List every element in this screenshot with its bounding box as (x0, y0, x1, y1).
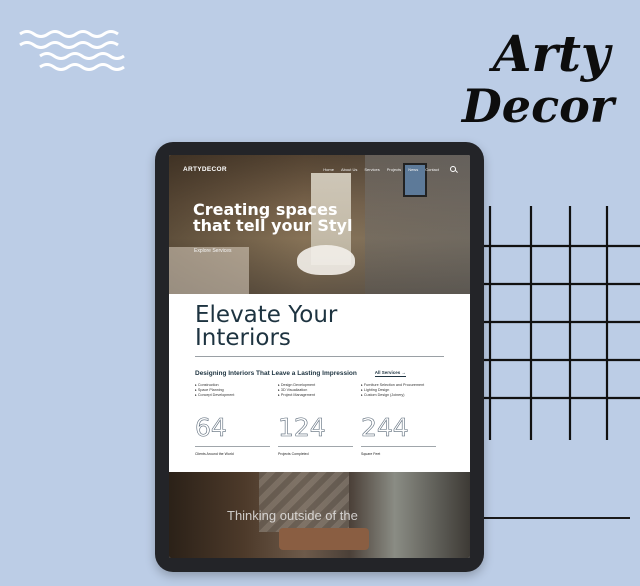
stat-value: 244 (361, 413, 409, 442)
services-columns: Construction Space Planning Concept Deve… (195, 383, 444, 398)
sofa-image (279, 528, 369, 550)
stat-label: Square Feet (361, 452, 381, 456)
bottom-banner: Thinking outside of the (169, 472, 470, 558)
brand-title: Arty Decor (461, 24, 614, 133)
intro-section: Elevate Your Interiors Designing Interio… (169, 294, 470, 456)
nav-home[interactable]: Home (323, 167, 334, 172)
stat-rule (278, 446, 353, 447)
stat-value: 124 (278, 413, 326, 442)
stat-label: Projects Completed (278, 452, 309, 456)
stone-wall-image (259, 472, 349, 532)
services-column: Design Development 3D Visualization Proj… (278, 383, 361, 398)
intro-title-line-1: Elevate Your (195, 302, 338, 328)
hero-title: Creating spaces that tell your Styl (193, 202, 352, 234)
hero-cabinet (169, 247, 249, 294)
nav-contact[interactable]: Contact (425, 167, 439, 172)
hero-banner: ARTYDECOR Home About Us Services Project… (169, 155, 470, 294)
nav-projects[interactable]: Projects (387, 167, 401, 172)
intro-title-line-2: Interiors (195, 325, 291, 351)
list-item: Concept Development (195, 393, 278, 398)
wave-decoration-icon (19, 30, 125, 71)
stat-value: 64 (195, 413, 227, 442)
site-logo[interactable]: ARTYDECOR (183, 166, 227, 173)
stat-block: 64 Clients Around the World (195, 415, 278, 456)
site-nav: ARTYDECOR Home About Us Services Project… (183, 163, 456, 175)
bottom-caption: Thinking outside of the (227, 508, 358, 523)
list-item: Custom Design (Joinery) (361, 393, 444, 398)
stat-rule (361, 446, 436, 447)
services-column: Construction Space Planning Concept Deve… (195, 383, 278, 398)
tablet-device: ARTYDECOR Home About Us Services Project… (155, 142, 484, 572)
nav-services[interactable]: Services (364, 167, 379, 172)
stat-rule (195, 446, 270, 447)
brand-line-1: Arty (492, 24, 610, 83)
stats-row: 64 Clients Around the World 124 Projects… (195, 415, 444, 456)
services-column: Furniture Selection and Procurement Ligh… (361, 383, 444, 398)
list-item: Project Management (278, 393, 361, 398)
all-services-link[interactable]: All Services → (374, 370, 406, 377)
divider-line (484, 517, 630, 519)
nav-links: Home About Us Services Projects News Con… (323, 166, 456, 172)
stat-label: Clients Around the World (195, 452, 234, 456)
stat-block: 244 Square Feet (361, 415, 444, 456)
explore-services-link[interactable]: Explore Services (194, 248, 232, 254)
brand-line-2: Decor (461, 79, 614, 133)
hero-bathtub (297, 245, 355, 275)
nav-news[interactable]: News (408, 167, 418, 172)
grid-decoration-icon (484, 206, 640, 440)
services-header: Designing Interiors That Leave a Lasting… (195, 370, 444, 377)
hero-title-line-2: that tell your Styl (193, 216, 353, 235)
intro-rule (195, 356, 444, 357)
stat-block: 124 Projects Completed (278, 415, 361, 456)
tablet-screen: ARTYDECOR Home About Us Services Project… (169, 155, 470, 558)
nav-about[interactable]: About Us (341, 167, 357, 172)
search-icon[interactable] (450, 166, 456, 172)
intro-title: Elevate Your Interiors (195, 304, 444, 350)
services-subheading: Designing Interiors That Leave a Lasting… (195, 370, 357, 377)
